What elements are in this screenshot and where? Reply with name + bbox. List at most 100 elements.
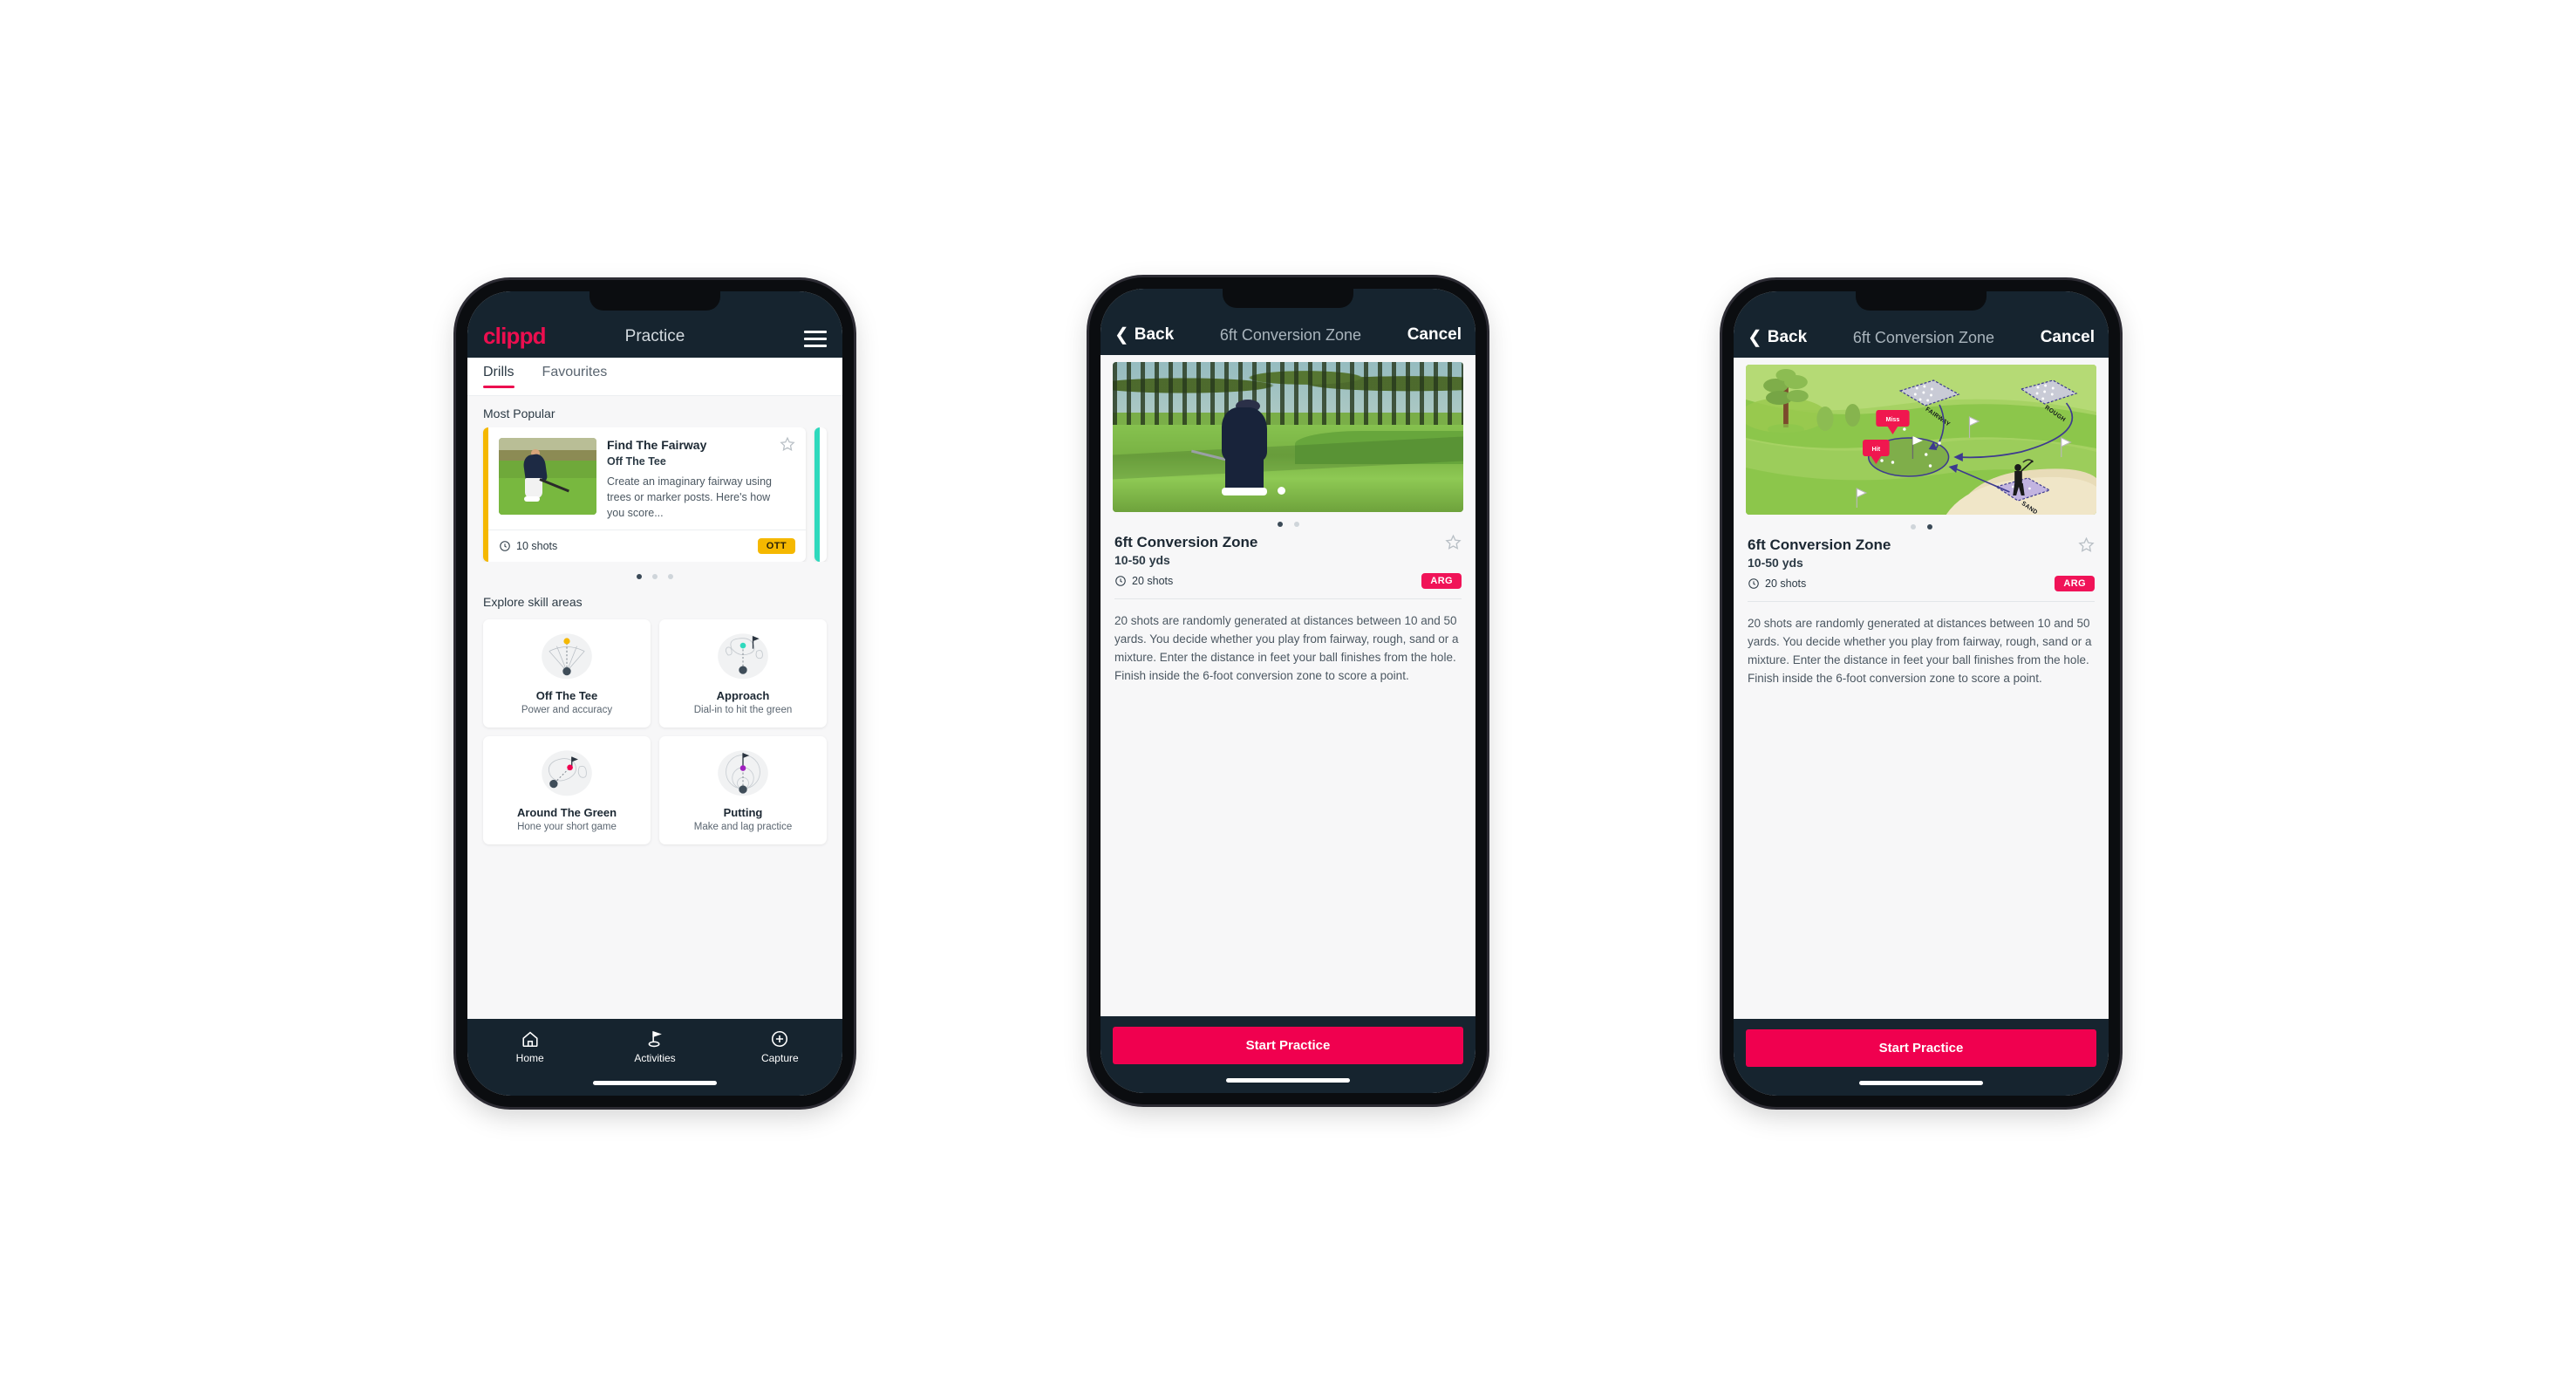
drill-shots-label: 20 shots <box>1132 575 1174 587</box>
golfer-chipping-photo <box>1113 362 1463 512</box>
screen-drill-detail-photo: ❮ Back 6ft Conversion Zone Cancel 6ft Co… <box>1101 289 1475 1093</box>
device-notch <box>1223 289 1353 308</box>
back-label: Back <box>1134 325 1175 344</box>
cancel-button[interactable]: Cancel <box>2041 328 2095 347</box>
back-button[interactable]: ❮ Back <box>1114 325 1174 345</box>
skill-desc: Power and accuracy <box>521 704 613 715</box>
svg-text:Hit: Hit <box>1872 445 1881 453</box>
drill-card-meta: Find The Fairway Off The Tee Create an i… <box>607 436 795 521</box>
screen-practice-list: clippd Practice Drills Favourites Most P… <box>467 291 842 1096</box>
drill-description: Create an imaginary fairway using trees … <box>607 475 772 519</box>
star-outline-icon[interactable] <box>780 436 795 452</box>
skill-desc: Hone your short game <box>517 821 617 832</box>
home-icon <box>522 1031 538 1048</box>
drill-badge-arg: ARG <box>1421 573 1462 589</box>
star-outline-icon[interactable] <box>2078 536 2095 553</box>
drill-distance: 10-50 yds <box>1114 553 1170 567</box>
practice-scroll-area: Most Popular Find The Fairway Off The Te… <box>467 396 842 1019</box>
drill-header: 6ft Conversion Zone 10-50 yds 20 shots A… <box>1113 534 1463 589</box>
hero-pagination-dots[interactable] <box>1113 512 1463 534</box>
drill-meta-row: 20 shots ARG <box>1114 573 1462 589</box>
clock-icon <box>1748 578 1759 589</box>
approach-icon <box>718 633 768 680</box>
golf-flag-icon <box>648 1030 662 1048</box>
most-popular-carousel[interactable]: Find The Fairway Off The Tee Create an i… <box>467 427 842 562</box>
plus-circle-icon <box>772 1030 788 1048</box>
drill-title: 6ft Conversion Zone <box>1114 534 1258 550</box>
drill-card-next-peek[interactable] <box>814 427 827 562</box>
drill-shots-label: 20 shots <box>1765 577 1807 590</box>
chip-green-icon <box>542 750 592 796</box>
hero-pagination-dots[interactable] <box>1746 515 2096 536</box>
home-indicator <box>1226 1078 1350 1083</box>
tab-bar: Drills Favourites <box>467 358 842 396</box>
cta-container: Start Practice <box>1101 1016 1475 1093</box>
navbar-title: 6ft Conversion Zone <box>1852 329 1994 346</box>
cancel-button[interactable]: Cancel <box>1407 325 1462 345</box>
hero-dot-1[interactable] <box>1277 522 1283 527</box>
carousel-pagination-dots[interactable] <box>467 562 842 584</box>
hero-dot-2[interactable] <box>1926 524 1932 530</box>
clippd-logo: clippd <box>483 323 547 349</box>
screenshot-canvas: clippd Practice Drills Favourites Most P… <box>0 0 2576 1387</box>
skill-card-putting[interactable]: Putting Make and lag practice <box>659 735 827 844</box>
skill-name: Approach <box>716 688 770 702</box>
bottom-tab-label: Home <box>515 1052 544 1064</box>
drill-distance: 10-50 yds <box>1748 556 1803 570</box>
screen-drill-detail-diagram: ❮ Back 6ft Conversion Zone Cancel FAIRWA… <box>1734 291 2109 1096</box>
skill-area-grid: Off The Tee Power and accuracy Approach … <box>467 616 842 858</box>
carousel-dot-2[interactable] <box>652 573 658 579</box>
device-notch <box>589 291 720 311</box>
start-practice-button[interactable]: Start Practice <box>1746 1029 2096 1067</box>
drill-shots-label: 10 shots <box>516 539 558 552</box>
drill-description: 20 shots are randomly generated at dista… <box>1114 614 1459 683</box>
device-notch <box>1856 291 1987 311</box>
skill-card-approach[interactable]: Approach Dial-in to hit the green <box>659 618 827 728</box>
clock-icon <box>1115 576 1126 586</box>
tab-drills[interactable]: Drills <box>483 358 527 388</box>
carousel-dot-3[interactable] <box>668 573 673 579</box>
carousel-dot-1[interactable] <box>637 573 642 579</box>
bottom-tab-home[interactable]: Home <box>467 1029 592 1064</box>
drill-meta-row: 20 shots ARG <box>1748 576 2095 591</box>
drill-card-footer: 10 shots OTT <box>488 529 806 562</box>
drill-subtitle: Off The Tee <box>607 454 666 468</box>
detail-content: FAIRWAY ROUGH SAND Miss Hit 6ft Conversi… <box>1734 358 2109 1019</box>
tab-favourites[interactable]: Favourites <box>542 358 620 387</box>
hero-dot-1[interactable] <box>1910 524 1916 530</box>
home-indicator <box>593 1081 717 1085</box>
bottom-tab-activities[interactable]: Activities <box>592 1029 717 1064</box>
navbar-title: 6ft Conversion Zone <box>1219 326 1361 344</box>
skill-desc: Make and lag practice <box>693 821 793 832</box>
drill-shots: 20 shots <box>1114 575 1173 587</box>
drill-card[interactable]: Find The Fairway Off The Tee Create an i… <box>483 427 806 562</box>
star-outline-icon[interactable] <box>1445 534 1462 550</box>
bottom-tab-bar: Home Activities Capture <box>467 1019 842 1096</box>
section-most-popular-title: Most Popular <box>483 407 555 420</box>
detail-content: 6ft Conversion Zone 10-50 yds 20 shots A… <box>1101 355 1475 1016</box>
section-explore-title: Explore skill areas <box>483 594 583 609</box>
drill-hero-media[interactable]: FAIRWAY ROUGH SAND Miss Hit <box>1746 365 2096 515</box>
drill-card-top: Find The Fairway Off The Tee Create an i… <box>488 427 806 530</box>
back-button[interactable]: ❮ Back <box>1748 328 1807 347</box>
phone-mockup-drill-detail-diagram: ❮ Back 6ft Conversion Zone Cancel FAIRWA… <box>1722 280 2120 1107</box>
phone-mockup-practice-list: clippd Practice Drills Favourites Most P… <box>456 280 854 1107</box>
drill-hero-media[interactable] <box>1113 362 1463 512</box>
skill-name: Off The Tee <box>535 688 598 702</box>
drill-badge-ott: OTT <box>757 537 795 554</box>
tee-fan-icon <box>542 633 592 680</box>
bottom-tab-capture[interactable]: Capture <box>718 1029 842 1064</box>
chevron-left-icon: ❮ <box>1748 328 1762 347</box>
hero-dot-2[interactable] <box>1293 522 1299 527</box>
start-practice-button[interactable]: Start Practice <box>1113 1027 1463 1064</box>
drill-badge-arg: ARG <box>2055 576 2095 591</box>
drill-header: 6ft Conversion Zone 10-50 yds 20 shots A… <box>1746 536 2096 591</box>
back-label: Back <box>1767 328 1808 346</box>
hamburger-icon[interactable] <box>804 331 827 347</box>
skill-card-off-the-tee[interactable]: Off The Tee Power and accuracy <box>483 618 651 728</box>
golf-course-diagram: FAIRWAY ROUGH SAND Miss Hit <box>1746 365 2096 515</box>
skill-card-around-the-green[interactable]: Around The Green Hone your short game <box>483 735 651 844</box>
cta-container: Start Practice <box>1734 1019 2109 1096</box>
skill-desc: Dial-in to hit the green <box>693 704 793 715</box>
drill-thumbnail <box>499 438 596 515</box>
